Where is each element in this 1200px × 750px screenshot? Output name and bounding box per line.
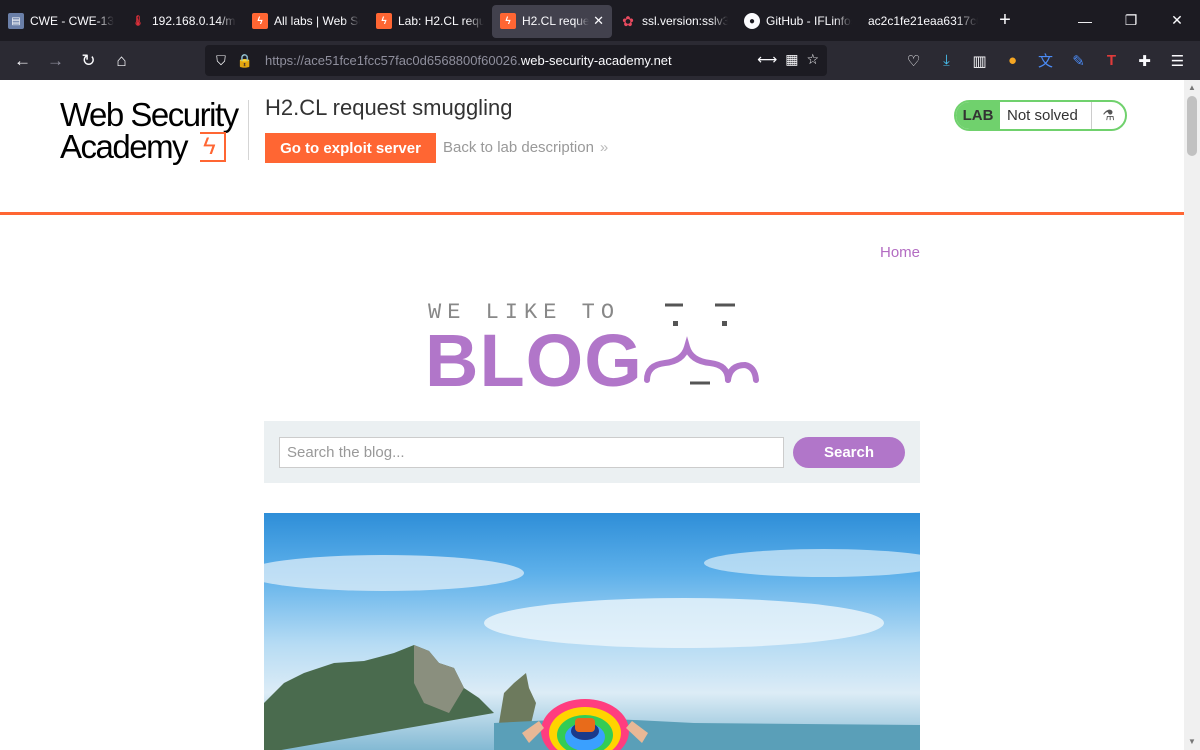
portswigger-icon: ϟ [376,13,392,29]
tab-title: ssl.version:sslv3 p [642,14,728,28]
tab-title: GitHub - IFLinfos [766,14,852,28]
divider [248,100,249,160]
menu-icon[interactable]: ☰ [1161,45,1194,77]
url-text: https://ace51fce1fcc57fac0d6568800f60026… [265,53,672,68]
portswigger-icon: ϟ [252,13,268,29]
beach-photo [264,549,920,750]
lab-badge: LAB [956,102,1000,129]
tab-cwe[interactable]: ▤ CWE - CWE-1346 [0,5,122,38]
github-icon: ● [744,13,760,29]
back-to-description-link[interactable]: Back to lab description» [443,139,608,156]
tab-github[interactable]: ● GitHub - IFLinfos [736,5,860,38]
library-icon[interactable]: ▥ [963,45,996,77]
search-input[interactable]: Search the blog... [279,437,784,468]
extensions-icon[interactable]: ✚ [1128,45,1161,77]
vertical-scrollbar[interactable]: ▲ ▼ [1184,80,1200,750]
blog-logo: WE LIKE TO BLOG [425,295,765,401]
tab-title: 192.168.0.14/mut [152,14,236,28]
lab-state: Not solved [1007,107,1078,124]
window-controls: — ❐ ✕ [1062,0,1200,41]
shield-icon[interactable]: ⛉ [209,53,233,69]
home-link[interactable]: Home [880,244,920,261]
lock-icon[interactable]: 🔒 [233,53,257,69]
scroll-up-icon[interactable]: ▲ [1184,80,1200,96]
address-bar[interactable]: ⛉ 🔒 https://ace51fce1fcc57fac0d6568800f6… [205,45,827,76]
t-extension-icon[interactable]: T [1095,45,1128,77]
web-security-academy-logo[interactable]: Web Security Academy [60,98,250,168]
tab-title: CWE - CWE-1346 [30,14,114,28]
qr-code-icon[interactable]: ▦ [785,51,798,68]
new-tab-icon[interactable]: + [990,9,1020,32]
exploit-server-button[interactable]: Go to exploit server [265,133,436,163]
portswigger-icon: ϟ [500,13,516,29]
tab-title: H2.CL request [522,14,590,28]
home-icon[interactable]: ⌂ [105,45,138,77]
logo-line2: Academy [60,128,189,165]
translator-icon[interactable]: ✎ [1062,45,1095,77]
close-window-icon[interactable]: ✕ [1154,0,1200,41]
scrollbar-thumb[interactable] [1187,96,1197,156]
locale-extension-icon[interactable]: ● [996,45,1029,77]
tab-strip: ▤ CWE - CWE-1346 🌡 192.168.0.14/mut ϟ Al… [0,0,1200,41]
pocket-icon[interactable]: ♡ [897,45,930,77]
tab-lab-description[interactable]: ϟ Lab: H2.CL reque [368,5,492,38]
thermometer-icon: 🌡 [131,15,145,27]
tab-title: All labs | Web Se [274,14,360,28]
close-tab-icon[interactable]: ✕ [593,13,604,29]
logo-line1: Web Security [60,96,239,133]
bookmark-star-icon[interactable]: ☆ [806,51,819,68]
double-chevron-icon: » [599,139,609,156]
navigation-toolbar: ← → ↻ ⌂ ⛉ 🔒 https://ace51fce1fcc57fac0d6… [0,41,1200,80]
shodan-icon: ✿ [622,12,634,29]
back-arrow-icon[interactable]: ← [6,45,39,77]
tab-exploit[interactable]: ac2c1fe21eaa6317c0 [860,5,986,38]
download-icon[interactable]: ⤓ [930,45,963,77]
scroll-down-icon[interactable]: ▼ [1184,734,1200,750]
flask-icon: ⚗ [1091,102,1125,129]
translate-icon[interactable]: ⟷ [757,51,777,68]
tab-shodan[interactable]: ✿ ssl.version:sslv3 p [612,5,736,38]
forward-arrow-icon[interactable]: → [39,45,72,77]
restore-icon[interactable]: ❐ [1108,0,1154,41]
tab-title: Lab: H2.CL reque [398,14,484,28]
tab-device[interactable]: 🌡 192.168.0.14/mut [122,5,244,38]
search-button[interactable]: Search [793,437,905,468]
toolbar-extensions: ♡ ⤓ ▥ ● 文 ✎ T ✚ ☰ [897,41,1194,80]
tab-h2cl-active[interactable]: ϟ H2.CL request ✕ [492,4,612,38]
tab-title: ac2c1fe21eaa6317c0 [868,14,978,28]
blog-post-image[interactable] [264,513,920,750]
lab-title: H2.CL request smuggling [265,95,513,120]
face-icon [644,303,759,385]
translate-extension-icon[interactable]: 文 [1029,45,1062,77]
minimize-icon[interactable]: — [1062,0,1108,41]
blog-search-form: Search the blog... Search [264,421,920,483]
page-viewport: Web Security Academy H2.CL request smugg… [0,80,1184,750]
lightning-icon [200,132,226,162]
academy-header: Web Security Academy H2.CL request smugg… [0,80,1184,215]
tab-all-labs[interactable]: ϟ All labs | Web Se [244,5,368,38]
reload-icon[interactable]: ↻ [72,45,105,77]
lab-status-widget: LAB Not solved ⚗ [954,100,1127,131]
cwe-icon: ▤ [8,13,24,29]
